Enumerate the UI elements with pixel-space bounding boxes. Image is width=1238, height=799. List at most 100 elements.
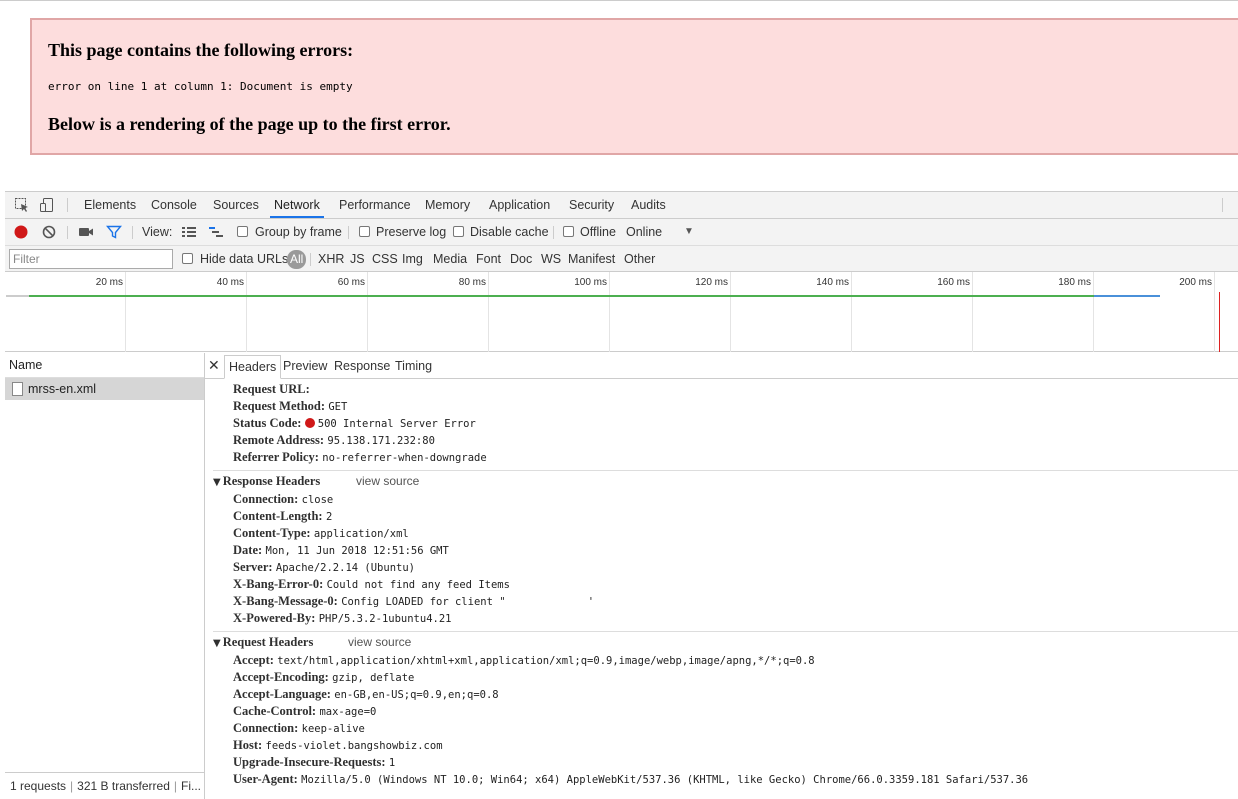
large-rows-icon[interactable] [181, 224, 197, 240]
timeline-tick-label: 160 ms [937, 277, 970, 288]
type-filter-css[interactable]: CSS [372, 246, 398, 272]
disable-cache-label: Disable cache [470, 225, 549, 239]
tab-preview[interactable]: Preview [279, 355, 331, 379]
throttling-dropdown-icon[interactable]: ▼ [684, 219, 694, 245]
toolbar-separator [67, 226, 68, 239]
record-icon[interactable] [13, 224, 29, 240]
general-status-code: Status Code: 500 Internal Server Error [233, 415, 476, 433]
tab-response[interactable]: Response [330, 355, 394, 379]
finish-time: Fi... [181, 779, 202, 793]
hide-data-urls-checkbox[interactable] [182, 253, 193, 264]
filter-input[interactable] [9, 249, 173, 269]
type-filter-all[interactable]: All [287, 250, 307, 269]
response-view-source-link[interactable]: view source [356, 473, 419, 490]
error-footer: Below is a rendering of the page up to t… [48, 114, 451, 134]
expand-triangle-icon: ▼ [213, 638, 221, 649]
filter-funnel-icon[interactable] [106, 224, 122, 240]
tab-console[interactable]: Console [150, 192, 198, 218]
general-request-url: Request URL: [233, 381, 310, 399]
header-key: X-Powered-By: [233, 611, 316, 625]
type-filter-doc[interactable]: Doc [510, 246, 532, 272]
clear-icon[interactable] [41, 224, 57, 240]
header-value: feeds-violet.bangshowbiz.com [265, 740, 443, 752]
timeline-gridline [1214, 272, 1215, 352]
expand-triangle-icon: ▼ [213, 477, 221, 488]
tab-network[interactable]: Network [270, 192, 324, 218]
timeline-tick-label: 60 ms [337, 277, 365, 288]
header-key: Content-Type: [233, 526, 311, 540]
error-message: error on line 1 at column 1: Document is… [48, 80, 353, 93]
group-by-frame-label: Group by frame [255, 225, 342, 239]
header-key: Accept-Language: [233, 687, 331, 701]
header-value: keep-alive [301, 723, 365, 735]
screenshot-camera-icon[interactable] [78, 224, 94, 240]
timeline-gridline [246, 272, 247, 352]
header-key: Status Code: [233, 416, 302, 430]
request-headers-toggle[interactable]: ▼ Request Headers [213, 634, 313, 652]
header-key: Request URL: [233, 382, 310, 396]
type-filter-js[interactable]: JS [350, 246, 365, 272]
type-filter-ws[interactable]: WS [541, 246, 561, 272]
view-label: View: [142, 225, 173, 239]
header-value: PHP/5.3.2-1ubuntu4.21 [318, 613, 452, 625]
name-column-header[interactable]: Name [5, 353, 204, 378]
header-value: 95.138.171.232:80 [327, 435, 435, 447]
header-value: 500 Internal Server Error [317, 418, 476, 430]
tab-performance[interactable]: Performance [338, 192, 412, 218]
document-icon [12, 382, 23, 396]
header-key: Referrer Policy: [233, 450, 319, 464]
top-border [0, 0, 1238, 1]
header-key: Host: [233, 738, 263, 752]
header-key: Date: [233, 543, 263, 557]
response-headers-toggle[interactable]: ▼ Response Headers [213, 473, 320, 491]
inspect-element-icon[interactable] [14, 197, 30, 213]
general-remote-address: Remote Address: 95.138.171.232:80 [233, 432, 435, 450]
header-value: max-age=0 [319, 706, 377, 718]
type-filter-media[interactable]: Media [433, 246, 467, 272]
request-header-row: Accept-Language: en-GB,en-US;q=0.9,en;q=… [233, 686, 499, 704]
timeline-overview[interactable]: 20 ms 40 ms 60 ms 80 ms 100 ms 120 ms 14… [5, 272, 1238, 352]
offline-checkbox[interactable] [563, 226, 574, 237]
tab-security[interactable]: Security [568, 192, 615, 218]
network-toolbar: View: Group by frame Preserve log Disabl… [5, 219, 1238, 246]
close-details-icon[interactable]: ✕ [208, 353, 220, 378]
response-header-row: Date: Mon, 11 Jun 2018 12:51:56 GMT [233, 542, 449, 560]
header-key: Accept-Encoding: [233, 670, 329, 684]
request-view-source-link[interactable]: view source [348, 634, 411, 651]
request-header-row: Cache-Control: max-age=0 [233, 703, 376, 721]
request-row[interactable]: mrss-en.xml [5, 378, 204, 400]
type-filter-font[interactable]: Font [476, 246, 501, 272]
request-header-row: Connection: keep-alive [233, 720, 365, 738]
header-key: Server: [233, 560, 273, 574]
timeline-tick-label: 20 ms [95, 277, 123, 288]
throttling-select[interactable]: Online [626, 219, 662, 245]
tab-application[interactable]: Application [488, 192, 551, 218]
tab-audits[interactable]: Audits [630, 192, 667, 218]
error-title: This page contains the following errors: [48, 40, 354, 60]
device-toolbar-icon[interactable] [39, 197, 55, 213]
tab-elements[interactable]: Elements [83, 192, 137, 218]
toolbar-separator [132, 226, 133, 239]
header-key: Accept: [233, 653, 274, 667]
timeline-gridline [851, 272, 852, 352]
tab-memory[interactable]: Memory [424, 192, 471, 218]
request-header-row: User-Agent: Mozilla/5.0 (Windows NT 10.0… [233, 771, 1028, 789]
type-filter-xhr[interactable]: XHR [318, 246, 344, 272]
group-by-frame-checkbox[interactable] [237, 226, 248, 237]
tab-timing[interactable]: Timing [391, 355, 436, 379]
summary-separator: | [173, 779, 178, 793]
header-key: X-Bang-Message-0: [233, 594, 338, 608]
type-filter-manifest[interactable]: Manifest [568, 246, 615, 272]
transferred-size: 321 B transferred [77, 779, 170, 793]
waterfall-overview-icon[interactable] [208, 224, 224, 240]
header-key: Connection: [233, 492, 299, 506]
preserve-log-checkbox[interactable] [359, 226, 370, 237]
tab-headers[interactable]: Headers [224, 355, 282, 379]
filter-bar: Hide data URLs All XHR JS CSS Img Media … [5, 246, 1238, 272]
type-filter-other[interactable]: Other [624, 246, 655, 272]
request-header-row: Accept-Encoding: gzip, deflate [233, 669, 414, 687]
type-filter-img[interactable]: Img [402, 246, 423, 272]
tab-sources[interactable]: Sources [212, 192, 260, 218]
disable-cache-checkbox[interactable] [453, 226, 464, 237]
header-value: 1 [388, 757, 396, 769]
